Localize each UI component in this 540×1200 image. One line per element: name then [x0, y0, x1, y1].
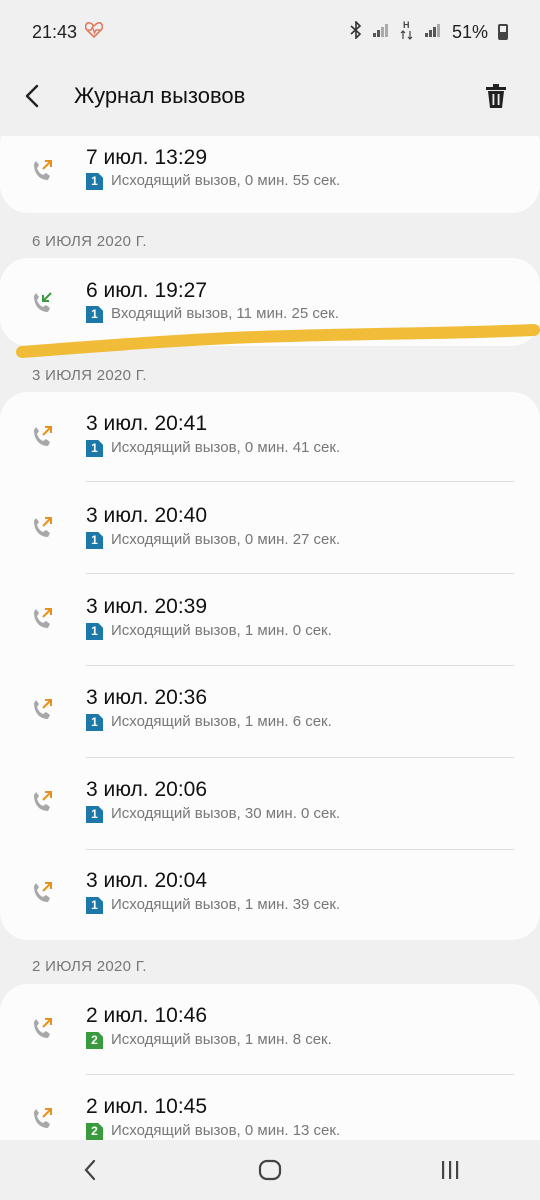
- battery-percent: 51%: [451, 21, 488, 42]
- outgoing-call-icon: [34, 791, 52, 811]
- call-log-item[interactable]: 3 июл. 20:40 1 Исходящий вызов, 0 мин. 2…: [0, 483, 540, 574]
- sim-badge: 1: [86, 897, 103, 914]
- heart-pulse-icon: [84, 21, 104, 43]
- section-header-date: 3 ИЮЛЯ 2020 Г.: [32, 367, 147, 384]
- call-time: 7 июл. 13:29: [86, 146, 208, 169]
- outgoing-call-icon: [34, 882, 52, 902]
- outgoing-call-icon: [34, 699, 52, 719]
- call-log-item[interactable]: 2 июл. 10:45 2 Исходящий вызов, 0 мин. 1…: [0, 1076, 540, 1140]
- section-header-date: 6 ИЮЛЯ 2020 Г.: [32, 233, 147, 250]
- page-title: Журнал вызовов: [74, 83, 246, 108]
- sim-badge: 1: [86, 623, 103, 640]
- call-description: Входящий вызов, 11 мин. 25 сек.: [111, 305, 339, 322]
- battery-icon: [498, 24, 508, 40]
- call-time: 6 июл. 19:27: [86, 279, 208, 302]
- sim-badge: 2: [86, 1032, 103, 1049]
- outgoing-call-icon: [34, 1108, 52, 1128]
- divider: [86, 481, 514, 482]
- call-log-item[interactable]: 3 июл. 20:06 1 Исходящий вызов, 30 мин. …: [0, 758, 540, 850]
- signal-icon-sim1: [372, 22, 390, 43]
- call-log-item[interactable]: 3 июл. 20:41 1 Исходящий вызов, 0 мин. 4…: [0, 392, 540, 482]
- sim-badge: 1: [86, 532, 103, 549]
- status-time: 21:43: [32, 21, 78, 42]
- nav-recents-button[interactable]: [420, 1145, 480, 1195]
- divider: [86, 573, 514, 574]
- call-description: Исходящий вызов, 0 мин. 13 сек.: [111, 1122, 341, 1139]
- call-description: Исходящий вызов, 1 мин. 6 сек.: [111, 713, 332, 730]
- status-bar: 21:43 H 51%: [0, 0, 540, 64]
- sim-badge: 1: [86, 714, 103, 731]
- call-log-item[interactable]: 3 июл. 20:04 1 Исходящий вызов, 1 мин. 3…: [0, 850, 540, 940]
- sim-badge: 2: [86, 1123, 103, 1140]
- call-description: Исходящий вызов, 0 мин. 27 сек.: [111, 531, 341, 548]
- nav-home-icon: [258, 1159, 282, 1181]
- divider: [86, 1074, 514, 1075]
- call-log-item[interactable]: 6 июл. 19:27 1 Входящий вызов, 11 мин. 2…: [0, 258, 540, 348]
- outgoing-call-icon: [34, 1018, 52, 1038]
- app-bar: Журнал вызовов: [0, 64, 540, 128]
- call-description: Исходящий вызов, 1 мин. 39 сек.: [111, 896, 341, 913]
- call-description: Исходящий вызов, 1 мин. 8 сек.: [111, 1031, 332, 1048]
- call-log-item[interactable]: 7 июл. 13:29 1 Исходящий вызов, 0 мин. 5…: [0, 136, 540, 206]
- call-time: 2 июл. 10:46: [86, 1004, 208, 1027]
- call-group-card: 6 июл. 19:27 1 Входящий вызов, 11 мин. 2…: [0, 258, 540, 346]
- outgoing-call-icon: [34, 160, 52, 180]
- outgoing-call-icon: [34, 517, 52, 537]
- nav-home-button[interactable]: [240, 1145, 300, 1195]
- call-description: Исходящий вызов, 1 мин. 0 сек.: [111, 622, 332, 639]
- call-group-card: 7 июл. 13:29 1 Исходящий вызов, 0 мин. 5…: [0, 136, 540, 213]
- sim-badge: 1: [86, 806, 103, 823]
- incoming-call-icon: [34, 292, 52, 312]
- nav-back-icon: [84, 1159, 96, 1181]
- call-log-list[interactable]: 7 июл. 13:29 1 Исходящий вызов, 0 мин. 5…: [0, 136, 540, 1140]
- status-right: H 51%: [350, 20, 508, 45]
- call-time: 3 июл. 20:04: [86, 869, 208, 892]
- svg-text:H: H: [403, 20, 410, 30]
- call-time: 3 июл. 20:40: [86, 504, 208, 527]
- call-time: 3 июл. 20:39: [86, 595, 208, 618]
- delete-button[interactable]: [476, 76, 516, 116]
- call-group-card: 2 июл. 10:46 2 Исходящий вызов, 1 мин. 8…: [0, 984, 540, 1140]
- call-log-item[interactable]: 3 июл. 20:36 1 Исходящий вызов, 1 мин. 6…: [0, 666, 540, 758]
- call-description: Исходящий вызов, 0 мин. 55 сек.: [111, 172, 341, 189]
- section-header-date: 2 ИЮЛЯ 2020 Г.: [32, 958, 147, 975]
- outgoing-call-icon: [34, 426, 52, 446]
- back-button[interactable]: [24, 76, 64, 116]
- call-log-item[interactable]: 3 июл. 20:39 1 Исходящий вызов, 1 мин. 0…: [0, 575, 540, 666]
- call-description: Исходящий вызов, 30 мин. 0 сек.: [111, 805, 341, 822]
- nav-back-button[interactable]: [60, 1145, 120, 1195]
- nav-recents-icon: [442, 1161, 459, 1179]
- call-description: Исходящий вызов, 0 мин. 41 сек.: [111, 439, 341, 456]
- call-time: 3 июл. 20:36: [86, 686, 208, 709]
- status-left: 21:43: [32, 21, 104, 43]
- trash-icon: [486, 84, 506, 108]
- sim-badge: 1: [86, 173, 103, 190]
- call-time: 2 июл. 10:45: [86, 1095, 208, 1118]
- back-arrow-icon: [25, 84, 39, 108]
- signal-icon-sim2: [424, 22, 442, 43]
- outgoing-call-icon: [34, 608, 52, 628]
- bluetooth-icon: [350, 19, 362, 44]
- call-group-card: 3 июл. 20:41 1 Исходящий вызов, 0 мин. 4…: [0, 392, 540, 940]
- network-h-icon: H: [400, 20, 414, 45]
- sim-badge: 1: [86, 440, 103, 457]
- call-time: 3 июл. 20:41: [86, 412, 208, 435]
- call-log-item[interactable]: 2 июл. 10:46 2 Исходящий вызов, 1 мин. 8…: [0, 984, 540, 1075]
- sim-badge: 1: [86, 306, 103, 323]
- navigation-bar: [0, 1140, 540, 1200]
- call-time: 3 июл. 20:06: [86, 778, 208, 801]
